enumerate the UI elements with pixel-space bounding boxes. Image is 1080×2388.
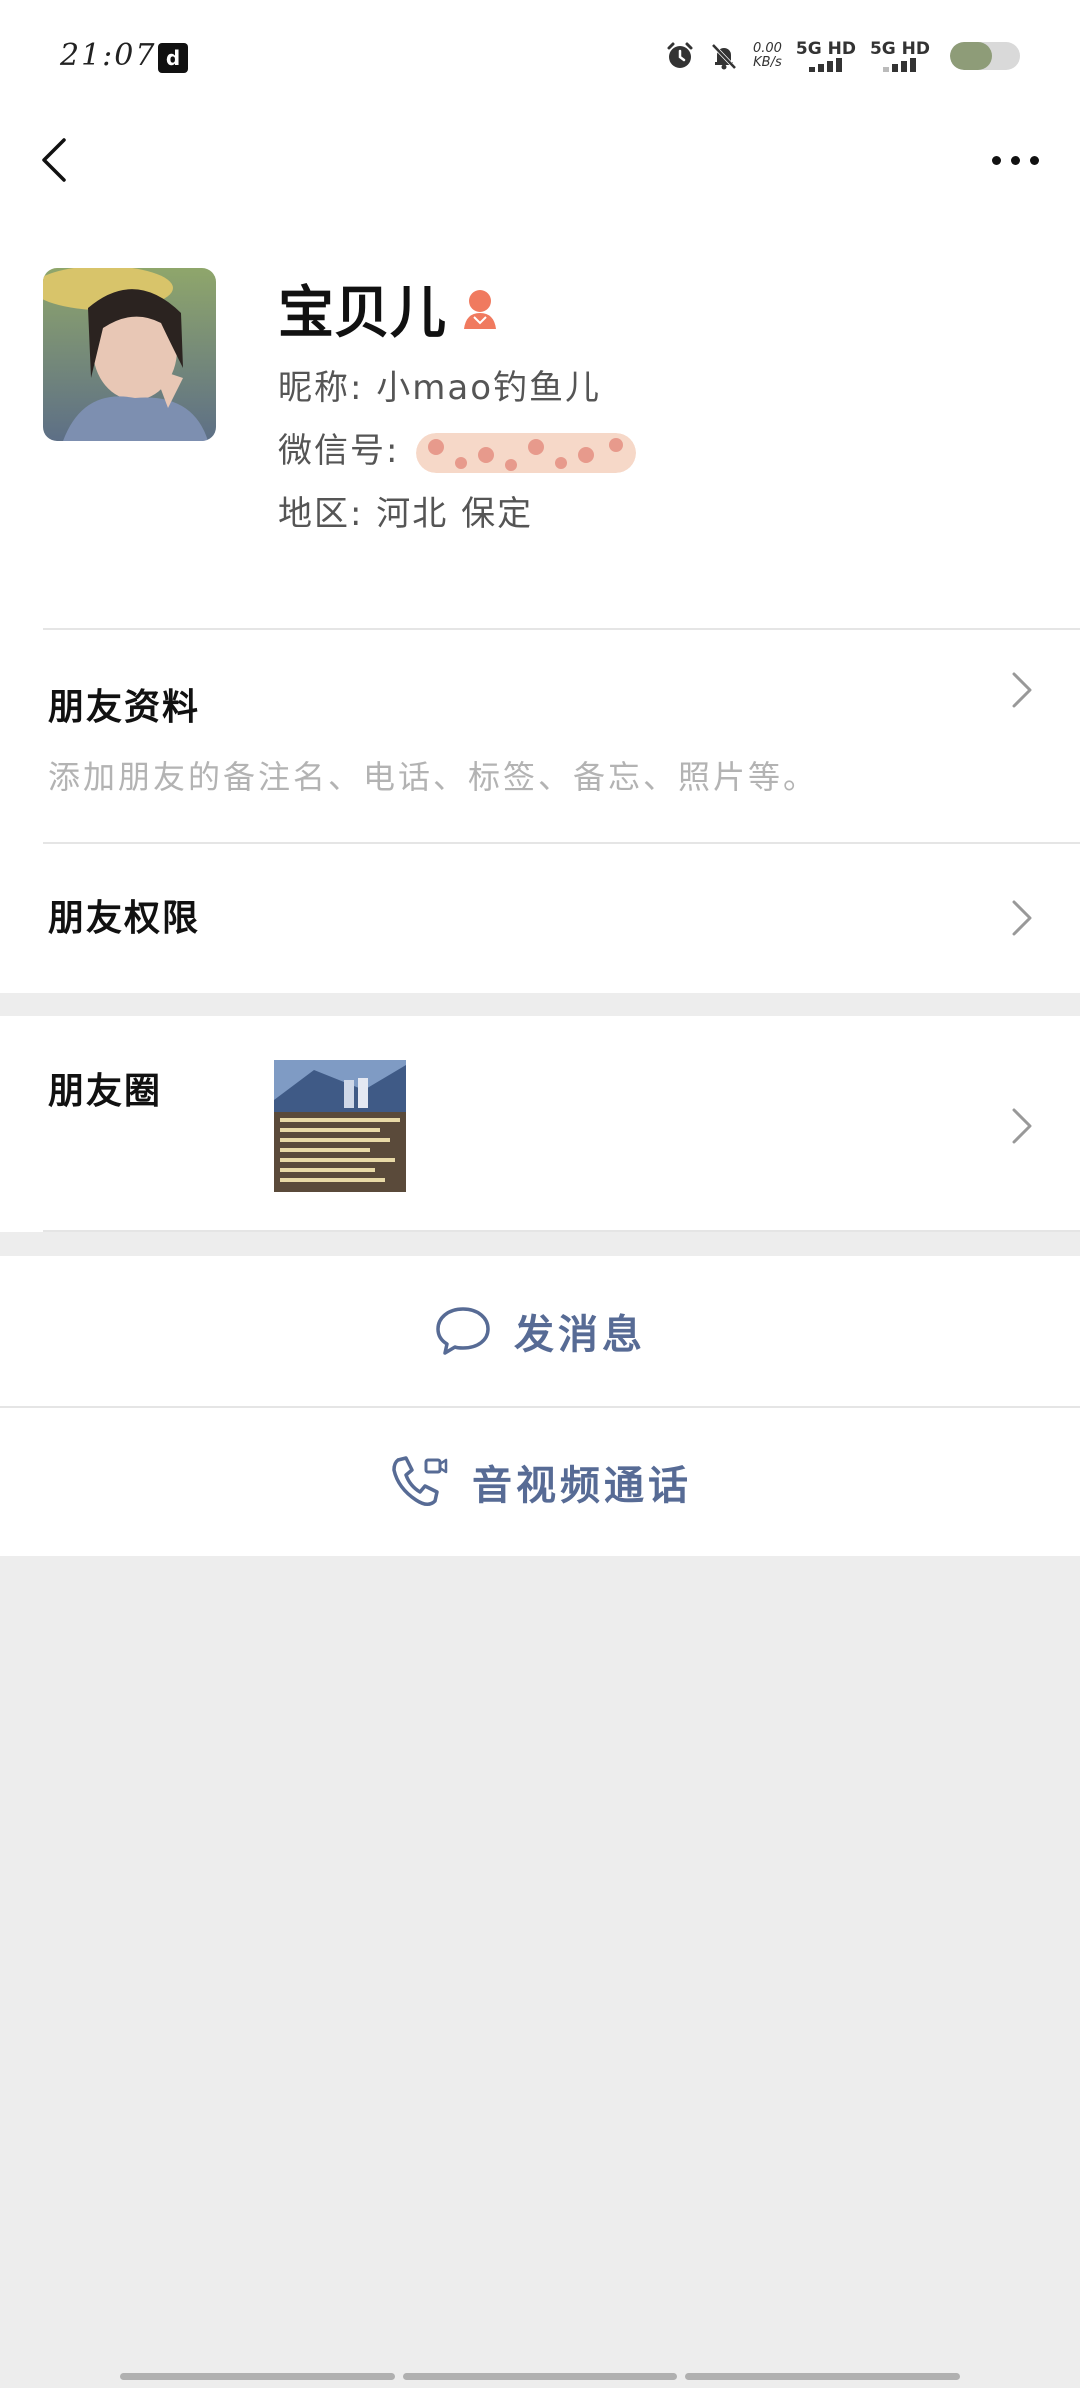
profile-header: 宝贝儿 昵称: 小mao钓鱼儿 微信号: 地区: 河北 保定 — [0, 210, 1080, 628]
sim2-label: 5G HD — [869, 39, 930, 59]
sim2-signal: 5G HD — [870, 40, 930, 72]
region-line: 地区: 河北 保定 — [278, 486, 533, 535]
moments-title: 朋友圈 — [48, 1071, 163, 1112]
network-speed: 0.00 KB/s — [753, 42, 782, 70]
home-indicator[interactable] — [120, 2373, 961, 2380]
more-dots-icon — [991, 155, 1001, 165]
tiktok-notification-icon: d — [158, 43, 188, 73]
phone-video-icon — [392, 1456, 448, 1506]
wechat-id-label: 微信号: — [278, 431, 400, 471]
avatar[interactable] — [43, 268, 216, 441]
send-message-label: 发消息 — [514, 1312, 646, 1358]
actions-section: 发消息 音视频通话 — [0, 1256, 1080, 1556]
mute-bell-icon — [711, 43, 737, 70]
friend-permission-title: 朋友权限 — [48, 898, 201, 939]
female-icon — [464, 289, 496, 329]
status-bar: 21:07 d 0.00 KB/s 5G HD 5G HD — [0, 0, 1080, 110]
region-value: 河北 保定 — [376, 494, 534, 534]
friend-permission-row[interactable]: 朋友权限 — [0, 844, 1080, 993]
send-message-button[interactable]: 发消息 — [0, 1256, 1080, 1406]
moments-row[interactable]: 朋友圈 — [0, 1016, 1080, 1232]
signal-icon — [809, 58, 843, 72]
chat-bubble-icon — [436, 1307, 490, 1355]
nickname-line: 昵称: 小mao钓鱼儿 — [278, 360, 601, 409]
moments-thumbnail[interactable] — [274, 1060, 406, 1192]
wechat-id-line: 微信号: — [278, 423, 637, 473]
chevron-right-icon — [1012, 900, 1032, 936]
status-icons: 0.00 KB/s 5G HD 5G HD — [665, 36, 1020, 76]
sim1-label: 5G HD — [795, 39, 856, 59]
signal-icon — [883, 58, 917, 72]
video-call-button[interactable]: 音视频通话 — [0, 1407, 1080, 1557]
back-button[interactable] — [30, 130, 90, 190]
wechat-id-redacted-sticker — [416, 432, 637, 473]
friend-settings-section: 朋友资料 添加朋友的备注名、电话、标签、备忘、照片等。 朋友权限 — [0, 628, 1080, 993]
nickname-label: 昵称: — [278, 368, 364, 408]
chevron-right-icon — [1012, 1108, 1032, 1144]
name-row: 宝贝儿 — [278, 268, 500, 349]
battery-icon — [950, 42, 1020, 70]
more-button[interactable] — [980, 142, 1050, 178]
alarm-icon — [667, 42, 693, 68]
video-call-label: 音视频通话 — [472, 1463, 692, 1509]
friend-info-title: 朋友资料 — [48, 687, 201, 728]
status-time: 21:07 — [60, 38, 157, 73]
sim1-signal: 5G HD — [796, 40, 856, 72]
region-label: 地区: — [278, 494, 364, 534]
chevron-right-icon — [1012, 672, 1032, 708]
divider — [43, 1230, 1080, 1232]
friend-info-desc: 添加朋友的备注名、电话、标签、备忘、照片等。 — [48, 758, 819, 796]
battery-fill — [950, 42, 992, 70]
network-speed-value: 0.00 — [752, 41, 782, 56]
nav-bar — [0, 110, 1080, 210]
friend-info-row[interactable]: 朋友资料 添加朋友的备注名、电话、标签、备忘、照片等。 — [0, 630, 1080, 842]
profile-name: 宝贝儿 — [278, 281, 446, 346]
network-speed-unit: KB/s — [753, 55, 782, 70]
nickname-value: 小mao钓鱼儿 — [376, 368, 602, 408]
